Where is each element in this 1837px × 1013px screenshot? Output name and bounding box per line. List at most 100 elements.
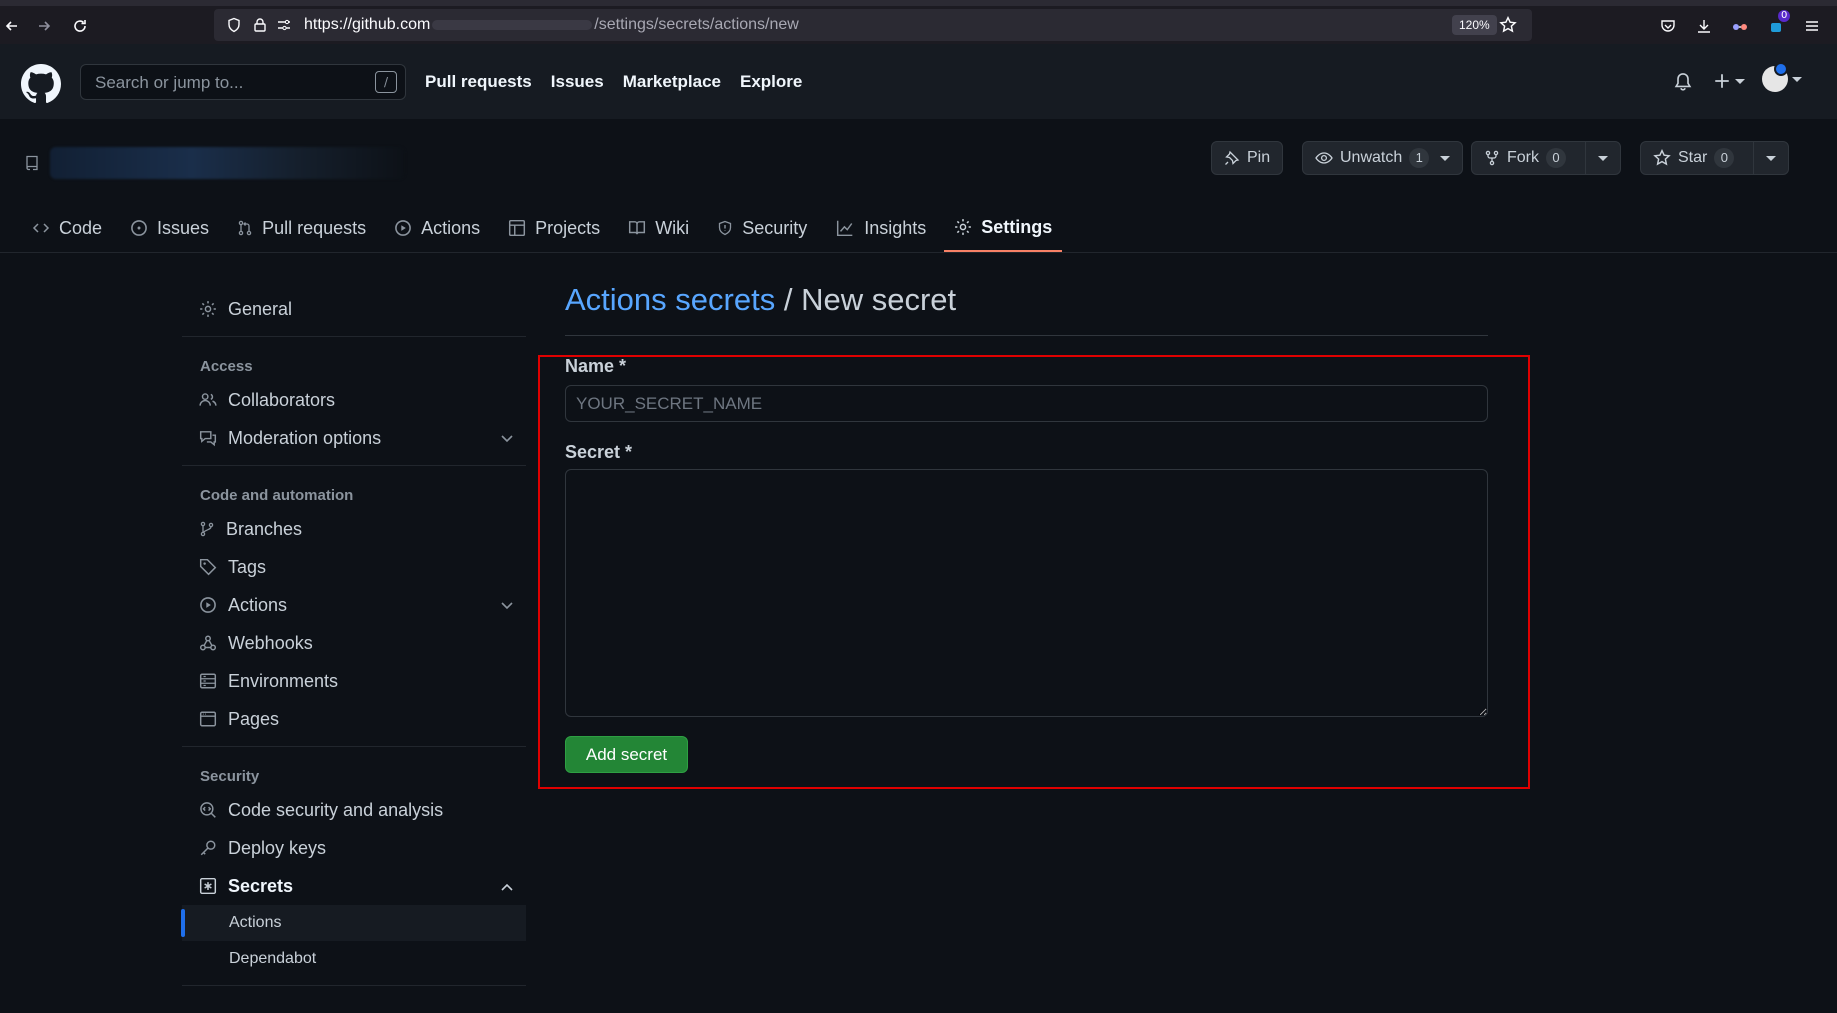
extension-glasses-icon[interactable] <box>1728 14 1752 38</box>
divider <box>182 465 526 466</box>
tab-code[interactable]: Code <box>22 204 112 252</box>
pin-icon <box>1225 150 1240 165</box>
settings-sidebar: General Access Collaborators Moderation … <box>181 290 526 994</box>
back-arrow-icon[interactable] <box>0 14 24 38</box>
star-dropdown[interactable] <box>1753 142 1788 174</box>
chevron-down-icon <box>1792 76 1802 82</box>
tab-security-label: Security <box>742 217 808 238</box>
play-icon <box>395 220 412 236</box>
sidebar-item-label: Webhooks <box>228 632 313 653</box>
nav-marketplace[interactable]: Marketplace <box>623 72 721 92</box>
codescan-icon <box>200 802 216 818</box>
graph-icon <box>837 220 853 237</box>
sidebar-item-deploy-keys[interactable]: Deploy keys <box>182 829 526 867</box>
zoom-level-badge[interactable]: 120% <box>1452 15 1497 35</box>
browser-icon <box>199 711 217 727</box>
tag-icon <box>199 558 217 576</box>
star-label: Star <box>1678 149 1708 166</box>
sidebar-item-collaborators[interactable]: Collaborators <box>182 381 526 419</box>
sidebar-item-pages[interactable]: Pages <box>182 700 526 738</box>
bookmark-star-icon[interactable] <box>1496 13 1520 37</box>
server-icon <box>199 673 217 689</box>
download-icon[interactable] <box>1692 14 1716 38</box>
sidebar-item-actions[interactable]: Actions <box>182 586 526 624</box>
nav-issues[interactable]: Issues <box>551 72 604 92</box>
forward-arrow-icon[interactable] <box>32 14 56 38</box>
star-button[interactable]: Star 0 <box>1640 141 1790 175</box>
chevron-down-icon <box>1440 155 1451 161</box>
sidebar-subitem-label: Dependabot <box>229 950 317 967</box>
user-menu[interactable] <box>1762 62 1802 92</box>
chevron-down-icon <box>501 602 513 610</box>
repo-name-redacted[interactable] <box>50 147 405 179</box>
tab-security[interactable]: Security <box>707 204 817 252</box>
tab-issues-label: Issues <box>157 217 210 238</box>
comment-discussion-icon <box>199 431 217 447</box>
pin-button[interactable]: Pin <box>1211 141 1284 175</box>
tab-projects[interactable]: Projects <box>498 204 610 252</box>
fork-dropdown[interactable] <box>1585 142 1620 174</box>
sidebar-heading-security: Security <box>200 768 260 785</box>
key-icon <box>200 840 216 856</box>
nav-explore[interactable]: Explore <box>740 72 802 92</box>
fork-icon <box>1485 150 1499 166</box>
plus-icon <box>1715 74 1729 88</box>
book-icon <box>629 221 646 235</box>
add-secret-button[interactable]: Add secret <box>565 736 688 773</box>
reload-icon[interactable] <box>68 14 92 38</box>
sidebar-subitem-secrets-dependabot[interactable]: Dependabot <box>182 941 526 977</box>
shield-icon <box>719 220 732 236</box>
tab-insights[interactable]: Insights <box>825 204 936 252</box>
chevron-up-icon <box>501 883 513 891</box>
sidebar-item-label: Branches <box>226 518 303 539</box>
sidebar-item-secrets[interactable]: Secrets <box>182 867 526 905</box>
hamburger-menu-icon[interactable] <box>1800 14 1824 38</box>
permissions-icon[interactable] <box>272 13 296 37</box>
sidebar-item-tags[interactable]: Tags <box>182 548 526 586</box>
search-placeholder: Search or jump to... <box>95 73 244 92</box>
tab-pull-requests[interactable]: Pull requests <box>227 204 376 252</box>
star-count: 0 <box>1714 148 1735 168</box>
secret-value-textarea[interactable] <box>565 469 1488 717</box>
sidebar-item-environments[interactable]: Environments <box>182 662 526 700</box>
browser-toolbar: https://github.com/settings/secrets/acti… <box>0 0 1837 44</box>
create-new-menu[interactable] <box>1713 72 1745 90</box>
repo-header: Pin Unwatch 1 Fork 0 Star 0 Code Issues … <box>0 119 1837 253</box>
tab-settings-label: Settings <box>981 216 1053 237</box>
key-asterisk-icon <box>199 877 217 895</box>
sidebar-item-general[interactable]: General <box>182 290 526 328</box>
lock-icon <box>248 13 272 37</box>
bell-icon[interactable] <box>1673 72 1693 92</box>
sidebar-item-code-security[interactable]: Code security and analysis <box>182 791 526 829</box>
unwatch-label: Unwatch <box>1340 149 1403 166</box>
global-search-input[interactable]: Search or jump to... / <box>80 64 406 100</box>
tab-wiki[interactable]: Wiki <box>618 204 699 252</box>
sidebar-item-moderation[interactable]: Moderation options <box>182 419 526 457</box>
pin-label: Pin <box>1247 149 1271 166</box>
url-bar[interactable]: https://github.com/settings/secrets/acti… <box>214 9 1532 41</box>
sidebar-item-webhooks[interactable]: Webhooks <box>182 624 526 662</box>
nav-pull-requests[interactable]: Pull requests <box>425 72 532 92</box>
github-header: Search or jump to... / Pull requests Iss… <box>0 44 1837 119</box>
sidebar-subitem-label: Actions <box>229 914 282 931</box>
breadcrumb-actions-secrets[interactable]: Actions secrets <box>565 282 775 317</box>
repo-title <box>24 147 405 179</box>
unwatch-button[interactable]: Unwatch 1 <box>1302 141 1464 175</box>
fork-button[interactable]: Fork 0 <box>1471 141 1621 175</box>
chevron-down-icon <box>501 435 513 443</box>
gear-icon <box>955 219 972 235</box>
url-domain: https://github.com <box>304 16 431 33</box>
tab-settings[interactable]: Settings <box>944 204 1063 252</box>
tab-actions[interactable]: Actions <box>384 204 490 252</box>
github-logo-icon[interactable] <box>21 64 61 104</box>
extension-count: 0 <box>1778 10 1791 22</box>
secret-name-input[interactable] <box>565 385 1488 422</box>
sidebar-item-branches[interactable]: Branches <box>182 510 526 548</box>
tab-issues[interactable]: Issues <box>120 204 219 252</box>
people-icon <box>199 393 217 406</box>
pocket-icon[interactable] <box>1656 14 1680 38</box>
extension-badge-icon[interactable]: 0 <box>1764 10 1791 38</box>
sidebar-heading-code-automation: Code and automation <box>200 487 354 504</box>
sidebar-subitem-secrets-actions[interactable]: Actions <box>181 905 526 941</box>
sidebar-item-label: Moderation options <box>228 427 382 448</box>
